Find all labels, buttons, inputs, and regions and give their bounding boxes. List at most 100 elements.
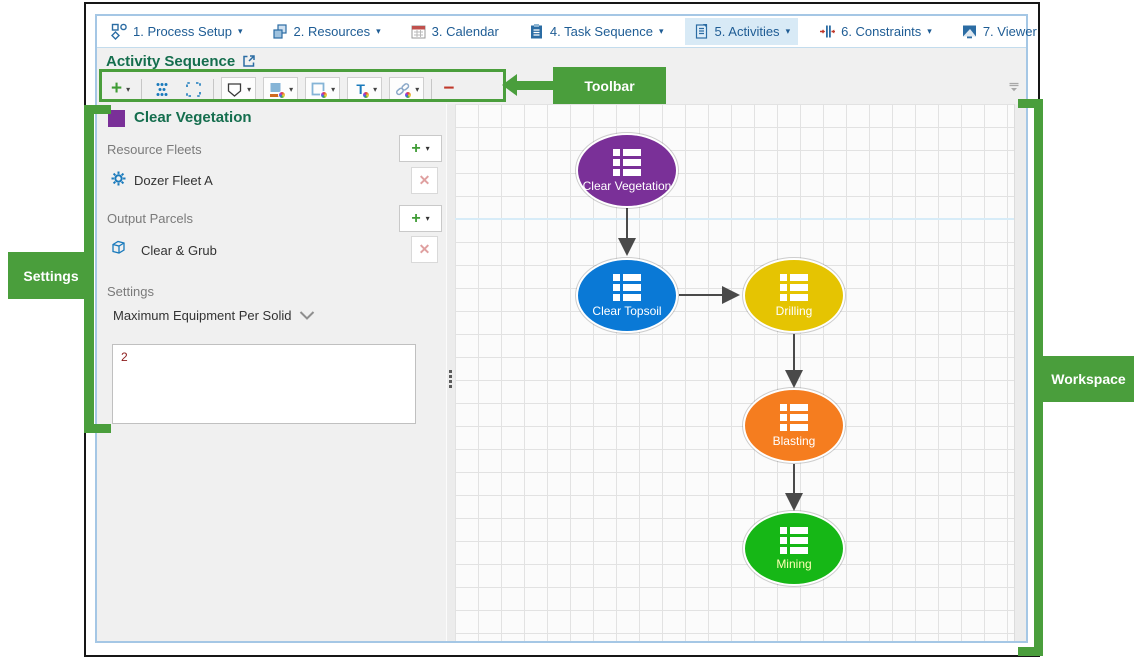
open-in-new-window-icon[interactable] <box>241 53 257 69</box>
chevron-down-icon: ▾ <box>415 84 420 94</box>
toolbar-separator <box>213 79 215 99</box>
screenshot-stage: 1. Process Setup ▾ 2. Resources ▾ 3. Cal… <box>0 0 1138 663</box>
layout-dots-icon <box>153 81 170 98</box>
workspace-annotation-bracket-cap <box>1018 99 1043 108</box>
chevron-down-icon: ▾ <box>331 84 336 94</box>
settings-annotation-bracket-cap <box>84 105 111 114</box>
border-color-button[interactable]: ▾ <box>305 77 341 101</box>
workspace-annotation-bracket-cap <box>1018 647 1043 656</box>
setting-dropdown-label: Maximum Equipment Per Solid <box>113 308 292 323</box>
tab-activities[interactable]: 5. Activities ▾ <box>684 18 799 45</box>
plus-icon: + <box>111 78 123 99</box>
node-drilling[interactable]: Drilling <box>743 258 845 333</box>
plus-icon: + <box>411 209 421 227</box>
resources-icon <box>272 23 289 40</box>
toolbar-annotation-arrow <box>515 81 555 90</box>
vertical-scrollbar[interactable] <box>1014 104 1026 641</box>
color-wheel-dot <box>278 90 287 99</box>
activity-list-icon <box>780 273 808 301</box>
node-shape-button[interactable]: ▾ <box>221 77 257 101</box>
fill-color-button[interactable]: ▾ <box>263 77 299 101</box>
tab-process-setup[interactable]: 1. Process Setup ▾ <box>103 18 251 45</box>
border-color-icon <box>310 81 329 99</box>
constraints-icon <box>819 23 836 40</box>
color-wheel-dot <box>320 90 329 99</box>
node-mining[interactable]: Mining <box>743 511 845 586</box>
chevron-down-icon: ▾ <box>126 84 131 94</box>
text-color-button[interactable]: T ▾ <box>347 77 383 101</box>
workspace-annotation-bracket <box>1034 99 1043 656</box>
viewer-icon <box>961 23 978 40</box>
workspace-annotation-label: Workspace <box>1043 356 1134 402</box>
activities-icon <box>693 23 710 40</box>
main-tab-bar: 1. Process Setup ▾ 2. Resources ▾ 3. Cal… <box>97 16 1037 48</box>
link-color-button[interactable]: ▾ <box>389 77 425 101</box>
collapse-ribbon-icon[interactable] <box>1008 80 1020 98</box>
toolbar-annotation-label: Toolbar <box>553 67 666 104</box>
chevron-down-icon: ▾ <box>373 84 378 94</box>
add-node-button[interactable]: + ▾ <box>107 77 134 101</box>
chevron-down-icon: ▾ <box>238 26 243 36</box>
activity-title: Clear Vegetation <box>134 109 252 126</box>
settings-panel: Clear Vegetation Resource Fleets + ▾ Doz… <box>97 104 446 641</box>
close-icon: ✕ <box>418 172 431 188</box>
text-color-icon: T <box>352 81 371 99</box>
node-label: Mining <box>776 556 812 571</box>
auto-layout-button[interactable] <box>149 77 174 101</box>
node-clear-vegetation[interactable]: Clear Vegetation <box>576 133 678 208</box>
settings-section-label: Settings <box>107 284 154 299</box>
toolbar-separator <box>431 79 433 99</box>
setting-value-input[interactable]: 2 <box>112 344 416 424</box>
remove-button[interactable]: − <box>439 77 458 101</box>
cube-icon <box>110 239 127 256</box>
node-label: Clear Vegetation <box>582 178 672 193</box>
tab-label: 5. Activities <box>714 24 780 39</box>
tab-task-sequence[interactable]: 4. Task Sequence ▾ <box>520 18 672 45</box>
remove-output-parcel-button[interactable]: ✕ <box>411 236 438 263</box>
setting-dropdown[interactable]: Maximum Equipment Per Solid <box>113 308 315 323</box>
chevron-down-icon: ▾ <box>785 26 791 36</box>
node-blasting[interactable]: Blasting <box>743 388 845 463</box>
close-icon: ✕ <box>418 241 431 257</box>
fit-to-screen-button[interactable] <box>181 77 206 101</box>
tab-constraints[interactable]: 6. Constraints ▾ <box>811 18 940 45</box>
task-sequence-icon <box>528 23 545 40</box>
output-parcels-label: Output Parcels <box>107 211 193 226</box>
toolbar-separator <box>141 79 143 99</box>
link-color-icon <box>394 81 413 99</box>
chevron-down-icon: ▾ <box>425 144 430 153</box>
add-output-parcel-button[interactable]: + ▾ <box>399 205 442 232</box>
chevron-down-icon: ▾ <box>247 84 252 94</box>
resource-fleet-item[interactable]: Dozer Fleet A <box>134 173 213 188</box>
chevron-down-icon <box>300 311 315 320</box>
activity-list-icon <box>613 273 641 301</box>
tab-label: 3. Calendar <box>431 24 499 39</box>
activity-list-icon <box>613 148 641 176</box>
tab-resources[interactable]: 2. Resources ▾ <box>264 18 389 45</box>
fit-to-screen-icon <box>185 81 202 98</box>
tab-label: 4. Task Sequence <box>549 24 653 39</box>
panel-splitter[interactable] <box>446 104 455 641</box>
chevron-down-icon: ▾ <box>927 26 932 36</box>
tab-calendar[interactable]: 3. Calendar <box>402 18 507 45</box>
main-content: Clear Vegetation Resource Fleets + ▾ Doz… <box>97 104 1026 641</box>
chevron-down-icon: ▾ <box>376 26 381 36</box>
tab-label: 1. Process Setup <box>133 24 232 39</box>
settings-annotation-bracket-cap <box>84 424 111 433</box>
remove-resource-fleet-button[interactable]: ✕ <box>411 167 438 194</box>
chevron-down-icon: ▾ <box>425 214 430 223</box>
calendar-icon <box>410 23 427 40</box>
color-wheel-dot <box>404 90 413 99</box>
chevron-down-icon: ▾ <box>289 84 294 94</box>
page-title: Activity Sequence <box>106 52 236 70</box>
flow-edges <box>618 208 803 511</box>
tab-label: 2. Resources <box>293 24 371 39</box>
output-parcel-item[interactable]: Clear & Grub <box>141 243 217 258</box>
splitter-grip-icon <box>449 370 452 388</box>
tab-viewer[interactable]: 7. Viewer <box>953 18 1045 45</box>
node-clear-topsoil[interactable]: Clear Topsoil <box>576 258 678 333</box>
workspace-canvas[interactable]: Clear Vegetation Clear Topsoil Drilling … <box>455 104 1026 641</box>
add-resource-fleet-button[interactable]: + ▾ <box>399 135 442 162</box>
node-label: Drilling <box>775 303 813 318</box>
resource-fleets-label: Resource Fleets <box>107 142 202 157</box>
